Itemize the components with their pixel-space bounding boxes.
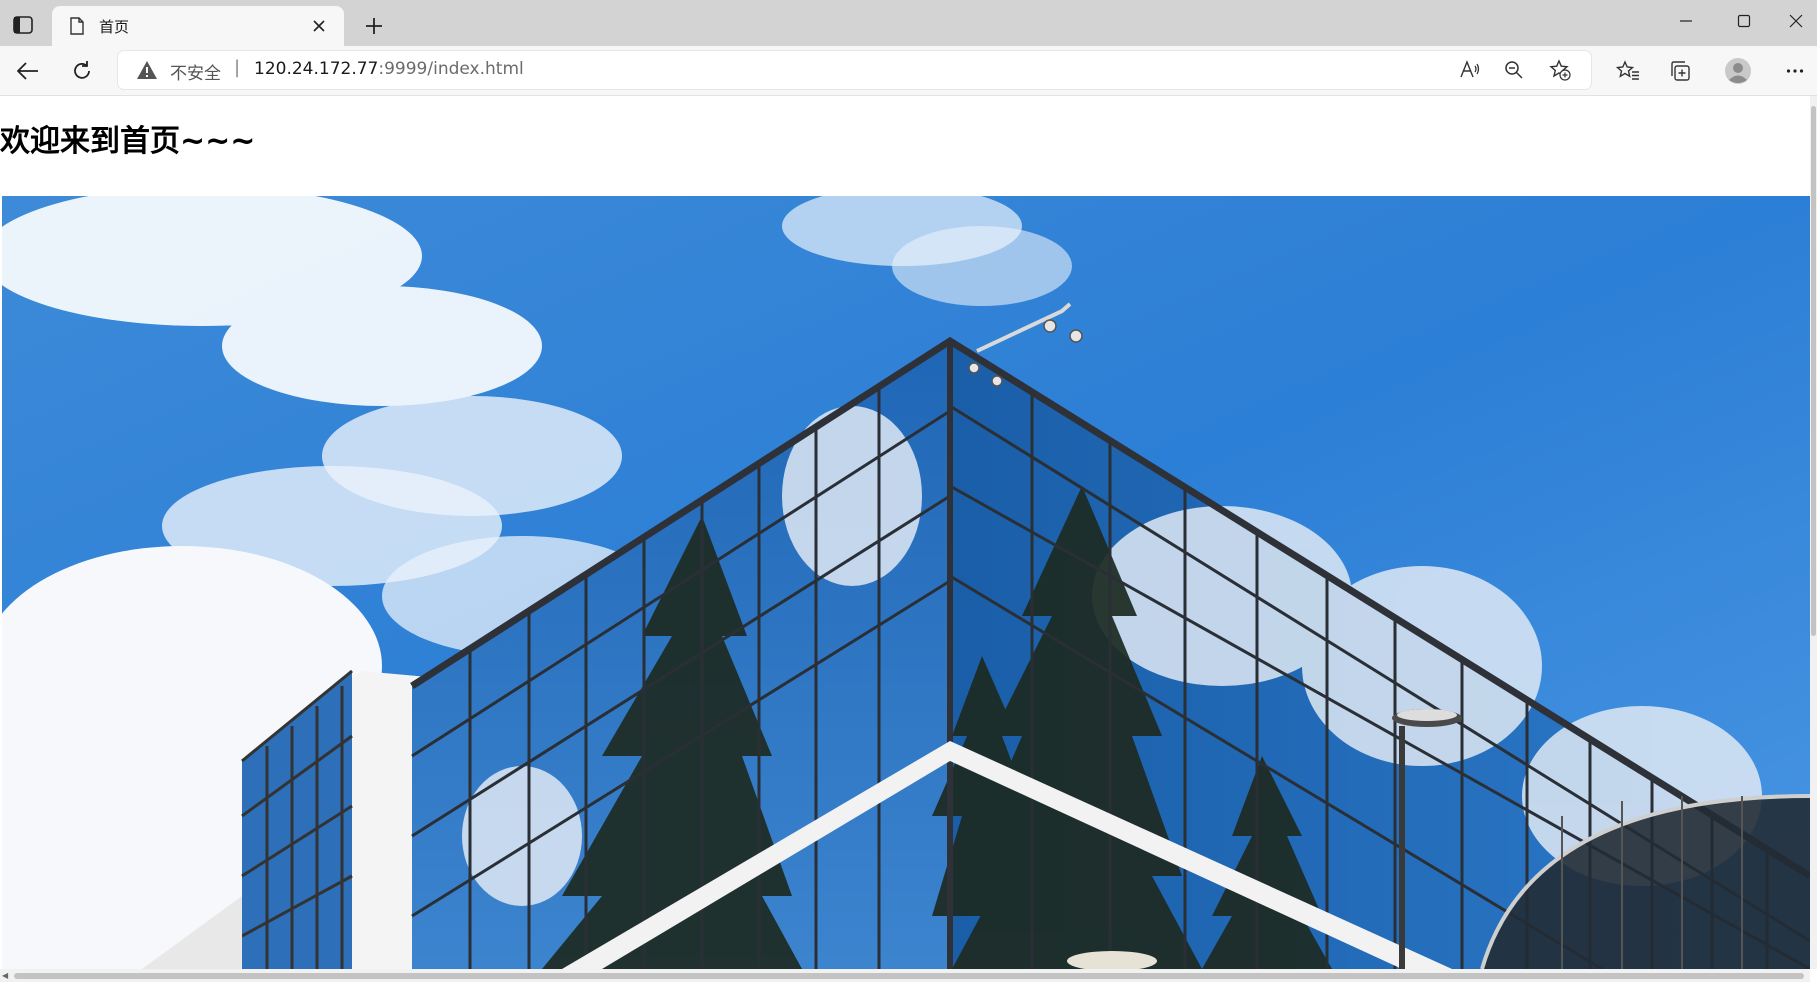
star-add-icon: [1549, 59, 1571, 81]
vertical-scroll-thumb[interactable]: [1811, 106, 1816, 636]
maximize-icon: [1737, 14, 1751, 28]
minimize-icon: [1680, 20, 1692, 22]
glass-building-image: [2, 196, 1810, 969]
collections-button[interactable]: [1666, 56, 1696, 86]
maximize-button[interactable]: [1722, 6, 1766, 36]
tab-actions-icon: [13, 16, 33, 34]
url-host: 120.24.172.77: [254, 59, 379, 79]
favorites-icon: [1616, 60, 1639, 80]
settings-menu-button[interactable]: [1780, 56, 1810, 86]
horizontal-scrollbar[interactable]: ◀: [0, 969, 1810, 982]
security-status-label[interactable]: 不安全: [170, 59, 221, 84]
warning-icon: [137, 61, 157, 79]
tab-close-button[interactable]: [306, 13, 332, 39]
read-aloud-icon: [1460, 60, 1480, 78]
url-path: :9999/index.html: [378, 59, 524, 79]
read-aloud-button[interactable]: [1455, 55, 1485, 85]
address-separator: |: [234, 57, 241, 78]
page-viewport: 欢迎来到首页~~~: [0, 96, 1810, 969]
tab-title: 首页: [99, 17, 130, 36]
new-tab-button[interactable]: [360, 12, 388, 40]
vertical-scrollbar[interactable]: [1810, 96, 1817, 969]
profile-button[interactable]: [1723, 56, 1753, 86]
add-favorite-button[interactable]: [1545, 55, 1575, 85]
avatar-icon: [1725, 58, 1751, 84]
zoom-out-icon: [1505, 61, 1523, 79]
close-icon: [313, 20, 325, 32]
refresh-icon: [74, 61, 90, 79]
tab-actions-menu-button[interactable]: [10, 12, 36, 38]
close-window-button[interactable]: [1778, 6, 1814, 36]
favorites-button[interactable]: [1613, 56, 1643, 86]
browser-toolbar: 不安全 | 120.24.172.77:9999/index.html: [0, 46, 1817, 96]
url-text[interactable]: 120.24.172.77:9999/index.html: [254, 59, 524, 79]
address-bar[interactable]: 不安全 | 120.24.172.77:9999/index.html: [118, 51, 1591, 89]
back-arrow-icon: [17, 62, 38, 80]
active-tab[interactable]: 首页: [52, 6, 344, 46]
close-icon: [1789, 14, 1803, 28]
document-icon: [67, 16, 87, 36]
back-button[interactable]: [13, 56, 43, 86]
tab-strip: 首页: [0, 0, 1817, 46]
scroll-left-arrow-icon[interactable]: ◀: [2, 971, 8, 980]
refresh-button[interactable]: [67, 56, 97, 86]
more-dots-icon: [1786, 69, 1804, 73]
zoom-out-button[interactable]: [1499, 55, 1529, 85]
horizontal-scroll-thumb[interactable]: [14, 973, 1804, 979]
plus-icon: [366, 18, 382, 34]
page-heading: 欢迎来到首页~~~: [0, 124, 256, 159]
minimize-button[interactable]: [1664, 6, 1708, 36]
collections-icon: [1671, 61, 1690, 81]
